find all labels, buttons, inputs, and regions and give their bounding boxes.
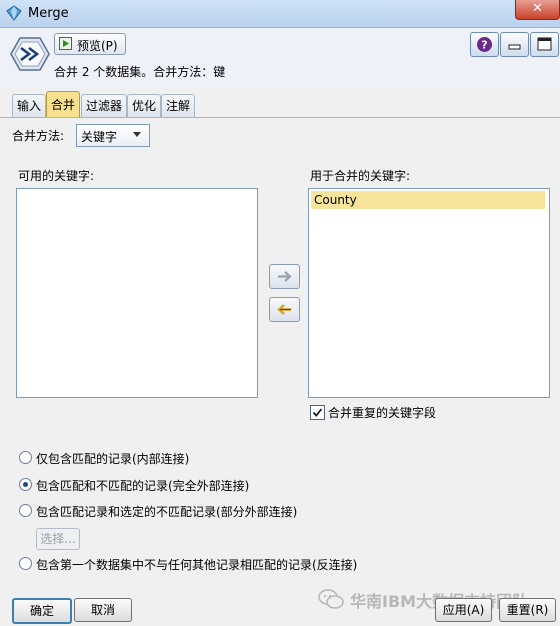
- cancel-button[interactable]: 取消: [74, 598, 132, 622]
- chevron-down-icon: [133, 132, 141, 137]
- arrow-left-icon: [277, 304, 291, 315]
- remove-key-button[interactable]: [269, 297, 300, 322]
- available-keys-label: 可用的关键字:: [18, 169, 95, 183]
- partial-outer-join-label: 包含匹配记录和选定的不匹配记录(部分外部连接): [36, 505, 298, 519]
- merge-method-value: 关键字: [81, 130, 118, 144]
- combine-duplicates-label: 合并重复的关键字段: [328, 406, 437, 420]
- help-icon: ?: [477, 37, 492, 52]
- add-key-button[interactable]: [269, 264, 300, 289]
- minimize-button[interactable]: [500, 32, 529, 57]
- full-outer-join-label: 包含匹配和不匹配的记录(完全外部连接): [36, 479, 250, 493]
- svg-text:?: ?: [481, 39, 487, 52]
- wechat-icon: [318, 589, 344, 609]
- close-button[interactable]: ✕: [515, 0, 560, 20]
- node-subtitle: 合并 2 个数据集。合并方法：键: [54, 65, 226, 79]
- preview-label: 预览(P): [77, 39, 118, 53]
- tab-annotations[interactable]: 注解: [161, 94, 195, 117]
- radio-partial-outer-join[interactable]: [19, 504, 32, 517]
- maximize-icon: [537, 37, 552, 51]
- tab-merge[interactable]: 合并: [46, 91, 80, 118]
- anti-join-label: 包含第一个数据集中不与任何其他记录相匹配的记录(反连接): [36, 558, 358, 572]
- merge-node-icon: [10, 37, 50, 71]
- window-title: Merge: [28, 6, 69, 21]
- used-keys-label: 用于合并的关键字:: [310, 169, 411, 183]
- inner-join-label: 仅包含匹配的记录(内部连接): [36, 452, 190, 466]
- tab-filter[interactable]: 过滤器: [81, 94, 127, 117]
- minimize-icon: [508, 44, 521, 50]
- combine-duplicates-checkbox[interactable]: [310, 405, 325, 420]
- title-bar: [0, 0, 560, 28]
- checkmark-icon: [312, 408, 323, 417]
- merge-method-select[interactable]: 关键字: [76, 124, 150, 147]
- radio-anti-join[interactable]: [19, 557, 32, 570]
- select-button[interactable]: 选择...: [36, 528, 80, 550]
- play-icon: [59, 37, 72, 50]
- radio-inner-join[interactable]: [19, 451, 32, 464]
- arrow-right-icon: [278, 271, 292, 282]
- app-diamond-icon: [6, 5, 22, 21]
- radio-full-outer-join[interactable]: [19, 478, 32, 491]
- maximize-button[interactable]: [530, 32, 559, 57]
- merge-method-label: 合并方法:: [12, 129, 65, 143]
- reset-button[interactable]: 重置(R): [499, 598, 556, 622]
- list-item[interactable]: County: [311, 191, 545, 209]
- used-keys-list[interactable]: County: [308, 188, 550, 398]
- available-keys-list[interactable]: [16, 188, 258, 398]
- help-button[interactable]: ?: [470, 32, 499, 57]
- ok-button[interactable]: 确定: [12, 598, 72, 624]
- tab-optimize[interactable]: 优化: [127, 94, 161, 117]
- tab-input[interactable]: 输入: [12, 94, 46, 117]
- tab-divider: [0, 117, 560, 118]
- close-icon: ✕: [532, 1, 543, 16]
- apply-button[interactable]: 应用(A): [435, 598, 492, 622]
- preview-button[interactable]: 预览(P): [54, 33, 126, 55]
